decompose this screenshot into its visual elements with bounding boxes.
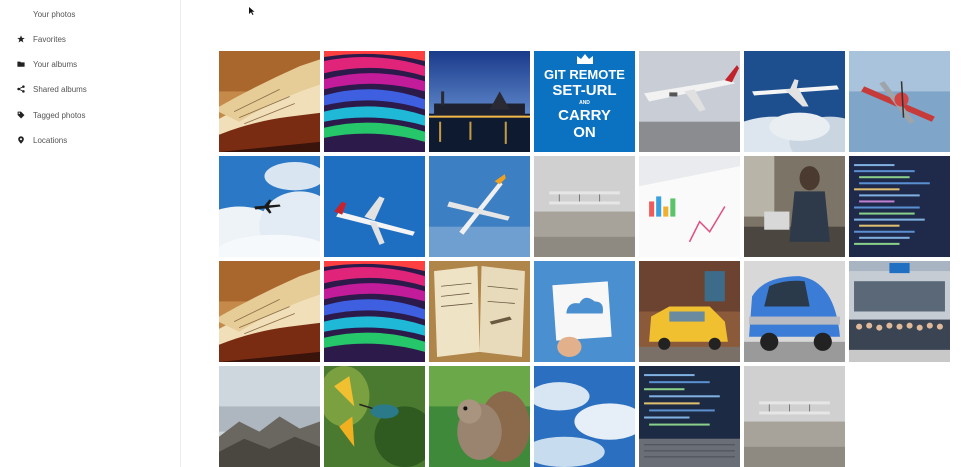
photo-tile-biplane-beach[interactable] xyxy=(534,156,635,257)
sidebar-item-shared-albums[interactable]: Shared albums xyxy=(14,80,87,98)
photo-tile-airplane-side[interactable] xyxy=(639,51,740,152)
sidebar-item-label: Your albums xyxy=(33,59,78,69)
star-icon xyxy=(14,35,28,43)
share-icon xyxy=(14,85,28,93)
sidebar-item-your-photos[interactable]: Your photos xyxy=(33,5,75,23)
photo-tile-git-poster[interactable]: GIT REMOTE SET-URL AND CARRY ON xyxy=(534,51,635,152)
poster-line: CARRY xyxy=(558,107,611,124)
photo-tile-plane-sky-clouds[interactable] xyxy=(219,156,320,257)
sidebar-item-locations[interactable]: Locations xyxy=(14,131,67,149)
photo-tile-plane-blue-sky[interactable] xyxy=(429,156,530,257)
sidebar-item-label: Tagged photos xyxy=(33,110,86,120)
photo-tile-notebook-sketches[interactable] xyxy=(429,261,530,362)
photo-tile-paper-cloud[interactable] xyxy=(534,261,635,362)
photo-tile-yellow-car[interactable] xyxy=(639,261,740,362)
sidebar: Your photos Favorites Your albums Shared… xyxy=(0,0,181,467)
sidebar-item-favorites[interactable]: Favorites xyxy=(14,30,66,48)
sidebar-item-label: Shared albums xyxy=(33,84,87,94)
sidebar-item-label: Favorites xyxy=(33,34,66,44)
location-pin-icon xyxy=(14,136,28,144)
photo-tile-propeller-plane[interactable] xyxy=(849,51,950,152)
photo-tile-colorful-streaks[interactable] xyxy=(324,51,425,152)
photo-tile-harbor-night[interactable] xyxy=(429,51,530,152)
crown-icon xyxy=(576,54,593,64)
photo-tile-colorful-streaks[interactable] xyxy=(324,261,425,362)
mouse-cursor-icon xyxy=(249,7,255,15)
sidebar-item-label: Locations xyxy=(33,135,68,145)
photo-tile-airplane-clouds[interactable] xyxy=(744,51,845,152)
sidebar-item-your-albums[interactable]: Your albums xyxy=(14,55,77,73)
poster-line: SET-URL xyxy=(552,82,617,99)
photo-tile-code-laptop[interactable] xyxy=(639,366,740,467)
photo-tile-smart-car[interactable] xyxy=(744,261,845,362)
photo-tile-code-screen[interactable] xyxy=(849,156,950,257)
poster-line: GIT REMOTE xyxy=(544,67,625,82)
photo-tile-hummingbird[interactable] xyxy=(324,366,425,467)
photo-tile-group-photo[interactable] xyxy=(849,261,950,362)
photo-tile-man-robot[interactable] xyxy=(744,156,845,257)
photo-tile-biplane-beach[interactable] xyxy=(744,366,845,467)
photo-tile-cloudy-sky[interactable] xyxy=(534,366,635,467)
sidebar-item-label: Your photos xyxy=(33,9,76,19)
photo-tile-open-book[interactable] xyxy=(219,51,320,152)
folder-icon xyxy=(14,60,28,68)
photo-tile-airliner-blue-sky[interactable] xyxy=(324,156,425,257)
sidebar-item-tagged-photos[interactable]: Tagged photos xyxy=(14,106,86,124)
photo-tile-rocky-beach[interactable] xyxy=(219,366,320,467)
poster-line: AND xyxy=(579,100,590,106)
poster-line: ON xyxy=(573,124,596,141)
photo-tile-charts-paper[interactable] xyxy=(639,156,740,257)
tag-icon xyxy=(14,111,28,119)
photo-tile-open-book[interactable] xyxy=(219,261,320,362)
photo-tile-squirrel[interactable] xyxy=(429,366,530,467)
